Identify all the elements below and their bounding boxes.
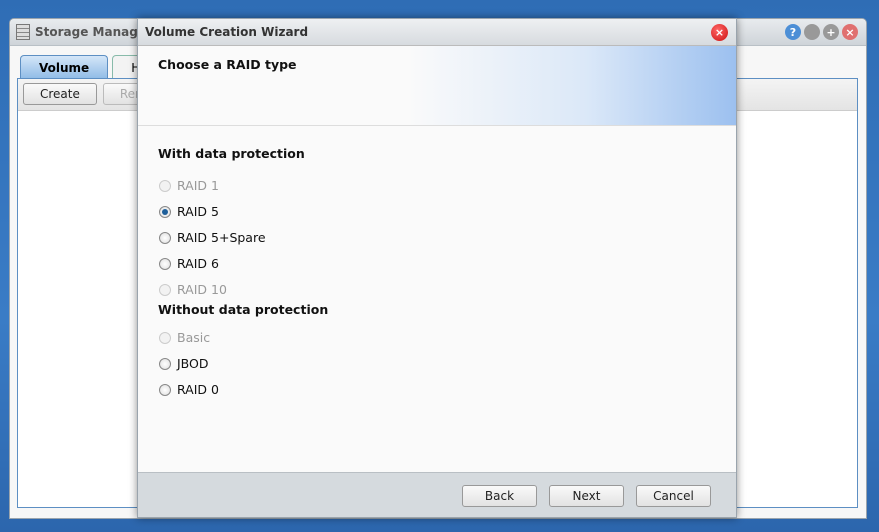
wizard-header: Choose a RAID type (138, 46, 736, 126)
create-button[interactable]: Create (23, 83, 97, 105)
back-button[interactable]: Back (462, 485, 537, 507)
radio-raid-6[interactable]: RAID 6 (159, 256, 219, 271)
option-label: RAID 0 (177, 382, 219, 397)
radio-raid-5-spare[interactable]: RAID 5+Spare (159, 230, 266, 245)
cancel-button[interactable]: Cancel (636, 485, 711, 507)
maximize-icon[interactable]: + (823, 24, 839, 40)
radio-icon[interactable] (159, 231, 171, 244)
option-label: RAID 5 (177, 204, 219, 219)
next-button[interactable]: Next (549, 485, 624, 507)
radio-raid-10[interactable]: RAID 10 (159, 282, 227, 297)
option-label: Basic (177, 330, 211, 345)
radio-icon[interactable] (159, 383, 171, 396)
radio-icon[interactable] (159, 179, 171, 192)
radio-icon[interactable] (159, 357, 171, 370)
radio-basic[interactable]: Basic (159, 330, 210, 345)
wizard-close-icon[interactable]: × (711, 24, 728, 41)
window-title: Storage Manager (35, 25, 152, 39)
help-icon[interactable]: ? (785, 24, 801, 40)
option-label: JBOD (177, 356, 209, 371)
step-heading: Choose a RAID type (158, 57, 297, 72)
radio-icon[interactable] (159, 331, 171, 344)
minimize-icon[interactable] (804, 24, 820, 40)
option-label: RAID 5+Spare (177, 230, 266, 245)
option-label: RAID 6 (177, 256, 219, 271)
option-label: RAID 1 (177, 178, 219, 193)
section-without-protection: Without data protection (158, 302, 329, 317)
radio-icon[interactable] (159, 283, 171, 296)
radio-selected-icon[interactable] (159, 205, 171, 218)
storage-manager-icon (16, 24, 30, 40)
wizard-titlebar[interactable]: Volume Creation Wizard (138, 19, 736, 46)
close-icon[interactable]: × (842, 24, 858, 40)
wizard-footer: Back Next Cancel (138, 472, 736, 517)
radio-raid-0[interactable]: RAID 0 (159, 382, 219, 397)
wizard-title: Volume Creation Wizard (145, 25, 309, 39)
radio-raid-5[interactable]: RAID 5 (159, 204, 219, 219)
radio-icon[interactable] (159, 257, 171, 270)
tab-volume[interactable]: Volume (20, 55, 109, 79)
radio-jbod[interactable]: JBOD (159, 356, 209, 371)
option-label: RAID 10 (177, 282, 227, 297)
section-with-protection: With data protection (158, 146, 305, 161)
radio-raid-1[interactable]: RAID 1 (159, 178, 219, 193)
volume-creation-wizard: Volume Creation Wizard × Choose a RAID t… (137, 18, 737, 518)
